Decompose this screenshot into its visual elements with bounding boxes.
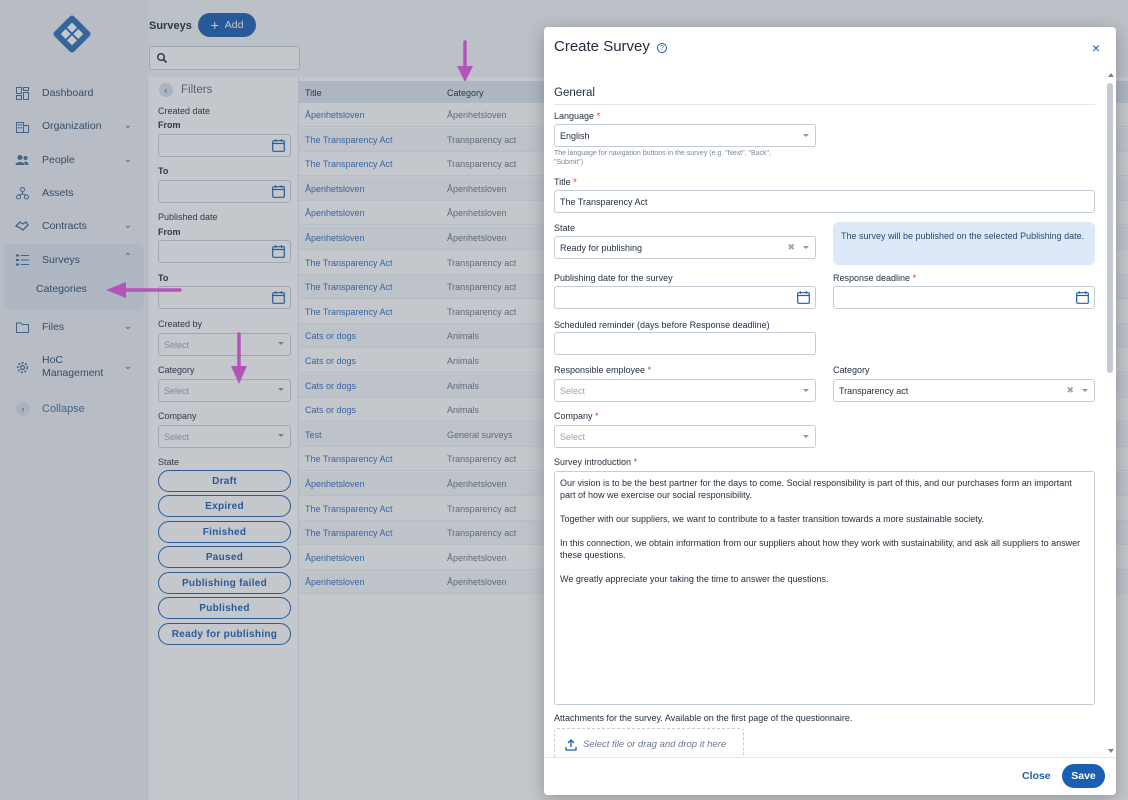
- category-label: Category: [833, 365, 870, 375]
- create-survey-dialog: Create Survey ? × General Language * Eng…: [544, 27, 1116, 795]
- title-label: Title *: [554, 177, 577, 187]
- category-select[interactable]: Transparency act ✖: [833, 379, 1095, 402]
- intro-paragraph: We greatly appreciate your taking the ti…: [560, 574, 829, 584]
- company-label: Company *: [554, 411, 599, 421]
- state-select[interactable]: Ready for publishing ✖: [554, 236, 816, 259]
- clear-icon[interactable]: ✖: [787, 242, 795, 253]
- annotation-arrow-category-filter: [231, 332, 247, 384]
- annotation-arrow-category-column: [457, 40, 473, 82]
- close-icon[interactable]: ×: [1092, 40, 1100, 56]
- publishing-date-label: Publishing date for the survey: [554, 273, 673, 283]
- select-placeholder: Select: [560, 432, 586, 442]
- publishing-date-input[interactable]: [554, 286, 816, 309]
- language-value: English: [560, 131, 590, 141]
- reminder-label: Scheduled reminder (days before Response…: [554, 320, 770, 330]
- intro-paragraph: In this connection, we obtain informatio…: [560, 538, 1081, 560]
- attachments-label: Attachments for the survey. Available on…: [554, 713, 853, 723]
- intro-paragraph: Together with our suppliers, we want to …: [560, 514, 985, 524]
- intro-paragraph: Our vision is to be the best partner for…: [560, 478, 1072, 500]
- annotation-arrow-categories-menu: [106, 282, 182, 298]
- reminder-input[interactable]: [554, 332, 816, 355]
- publishing-info-box: The survey will be published on the sele…: [833, 222, 1095, 265]
- response-deadline-label: Response deadline *: [833, 273, 917, 283]
- dialog-title: Create Survey: [554, 38, 650, 55]
- state-value: Ready for publishing: [560, 243, 643, 253]
- save-button[interactable]: Save: [1062, 764, 1105, 788]
- title-input[interactable]: The Transparency Act: [554, 190, 1095, 213]
- language-label: Language *: [554, 111, 601, 121]
- responsible-employee-select[interactable]: Select: [554, 379, 816, 402]
- section-general: General: [554, 87, 595, 99]
- upload-icon: [565, 738, 577, 751]
- survey-introduction-textarea[interactable]: Our vision is to be the best partner for…: [554, 471, 1095, 705]
- state-label: State: [554, 223, 576, 233]
- language-select[interactable]: English: [554, 124, 816, 147]
- clear-icon[interactable]: ✖: [1066, 385, 1074, 396]
- dialog-scrollbar[interactable]: [1106, 73, 1114, 753]
- dropzone-text: Select file or drag and drop it here: [583, 739, 727, 750]
- company-select[interactable]: Select: [554, 425, 816, 448]
- category-value: Transparency act: [839, 386, 909, 396]
- section-divider: [554, 104, 1095, 105]
- help-icon[interactable]: ?: [657, 43, 667, 53]
- response-deadline-input[interactable]: [833, 286, 1095, 309]
- responsible-employee-label: Responsible employee *: [554, 365, 652, 375]
- calendar-icon[interactable]: [1076, 291, 1089, 304]
- survey-introduction-label: Survey introduction *: [554, 457, 638, 467]
- calendar-icon[interactable]: [797, 291, 810, 304]
- dialog-footer: Close Save: [544, 757, 1116, 795]
- title-value: The Transparency Act: [560, 197, 648, 207]
- language-hint: The language for navigation buttons in t…: [554, 150, 771, 166]
- select-placeholder: Select: [560, 386, 586, 396]
- close-button[interactable]: Close: [1022, 770, 1051, 782]
